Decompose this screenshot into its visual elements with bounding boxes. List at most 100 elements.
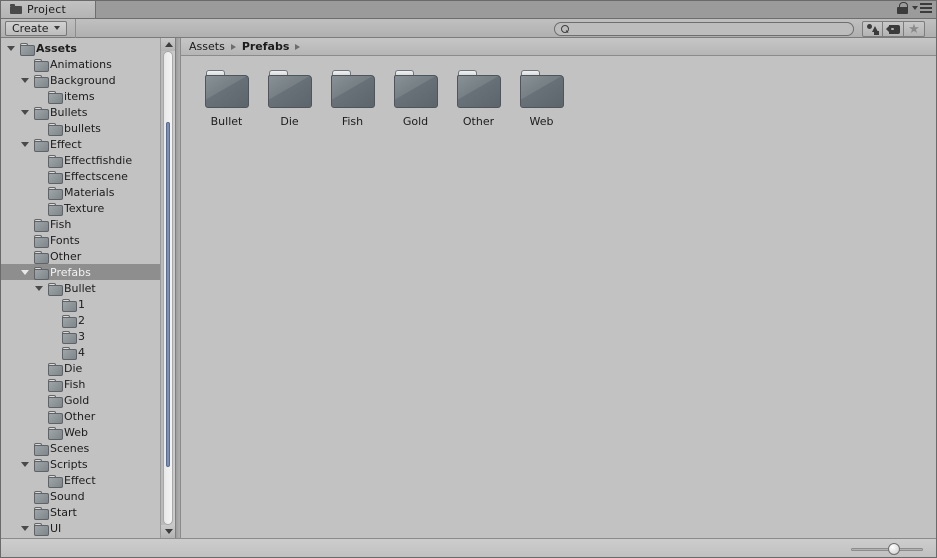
tree-item-label: Assets <box>36 41 77 55</box>
shapes-filter-icon <box>866 23 879 35</box>
label-filter-button[interactable] <box>883 21 904 37</box>
breadcrumb: Assets Prefabs <box>181 38 937 56</box>
scroll-up-arrow-icon[interactable] <box>161 38 175 51</box>
tree-item-2[interactable]: 2 <box>0 312 175 328</box>
folder-icon <box>34 522 49 536</box>
twisty-open-icon[interactable] <box>20 267 31 278</box>
hamburger-menu-icon[interactable] <box>912 2 932 13</box>
tree-item-label: Start <box>50 505 77 519</box>
tree-item-label: Web <box>64 425 88 439</box>
tree-item-4[interactable]: 4 <box>0 344 175 360</box>
breadcrumb-item-prefabs[interactable]: Prefabs <box>242 40 290 53</box>
tree-item-bullets[interactable]: bullets <box>0 120 175 136</box>
twisty-open-icon[interactable] <box>20 107 31 118</box>
folder-icon <box>330 70 375 108</box>
twisty-open-icon[interactable] <box>34 283 45 294</box>
tree-item-ui[interactable]: UI <box>0 520 175 536</box>
folder-icon <box>34 266 49 280</box>
tree-item-sound[interactable]: Sound <box>0 488 175 504</box>
asset-item-bullet[interactable]: Bullet <box>195 70 258 128</box>
tree-item-scenes[interactable]: Scenes <box>0 440 175 456</box>
tree-item-label: Materials <box>64 185 115 199</box>
twisty-open-icon[interactable] <box>20 459 31 470</box>
asset-item-label: Web <box>529 115 554 128</box>
asset-item-web[interactable]: Web <box>510 70 573 128</box>
tree-item-bullets[interactable]: Bullets <box>0 104 175 120</box>
breadcrumb-item-assets[interactable]: Assets <box>189 40 225 53</box>
tree-item-scripts[interactable]: Scripts <box>0 456 175 472</box>
tree-item-fonts[interactable]: Fonts <box>0 232 175 248</box>
asset-item-other[interactable]: Other <box>447 70 510 128</box>
tree-item-label: 4 <box>78 345 85 359</box>
tree-item-1[interactable]: 1 <box>0 296 175 312</box>
asset-item-die[interactable]: Die <box>258 70 321 128</box>
tree-item-gold[interactable]: Gold <box>0 392 175 408</box>
folder-icon <box>48 170 63 184</box>
tree-item-background[interactable]: Background <box>0 72 175 88</box>
tree-item-animations[interactable]: Animations <box>0 56 175 72</box>
folder-icon <box>34 442 49 456</box>
tree-item-other[interactable]: Other <box>0 248 175 264</box>
scrollbar-thumb[interactable] <box>166 122 170 467</box>
folder-icon <box>34 218 49 232</box>
folder-icon <box>20 42 35 56</box>
type-filter-button[interactable] <box>862 21 883 37</box>
icon-size-slider-track[interactable] <box>851 547 923 551</box>
twisty-open-icon[interactable] <box>20 75 31 86</box>
folder-icon <box>62 330 77 344</box>
tree-item-assets[interactable]: Assets <box>0 40 175 56</box>
tab-project[interactable]: Project <box>0 0 96 18</box>
favorites-filter-button[interactable]: ★ <box>904 21 925 37</box>
folder-icon <box>62 314 77 328</box>
tree-item-die[interactable]: Die <box>0 360 175 376</box>
asset-item-fish[interactable]: Fish <box>321 70 384 128</box>
tree-item-3[interactable]: 3 <box>0 328 175 344</box>
tree-item-effect[interactable]: Effect <box>0 472 175 488</box>
scroll-down-arrow-icon[interactable] <box>161 525 175 538</box>
tree-item-texture[interactable]: Texture <box>0 200 175 216</box>
tree-item-materials[interactable]: Materials <box>0 184 175 200</box>
folder-icon <box>48 426 63 440</box>
tree-item-fish[interactable]: Fish <box>0 376 175 392</box>
scrollbar-track[interactable] <box>163 51 173 525</box>
icon-size-slider[interactable] <box>851 542 923 556</box>
tree-item-label: Fish <box>64 377 86 391</box>
breadcrumb-separator-icon <box>295 43 301 50</box>
twisty-open-icon[interactable] <box>20 139 31 150</box>
twisty-open-icon[interactable] <box>20 523 31 534</box>
tree-item-bullet[interactable]: Bullet <box>0 280 175 296</box>
tree-item-fish[interactable]: Fish <box>0 216 175 232</box>
lock-icon[interactable] <box>897 1 908 14</box>
window-tab-bar-controls <box>897 0 937 18</box>
tree-item-effect[interactable]: Effect <box>0 136 175 152</box>
tree-item-label: 3 <box>78 329 85 343</box>
twisty-open-icon[interactable] <box>6 43 17 54</box>
folder-icon <box>34 506 49 520</box>
folder-icon <box>62 298 77 312</box>
search-input[interactable] <box>573 23 847 35</box>
tree-item-prefabs[interactable]: Prefabs <box>0 264 175 280</box>
create-button[interactable]: Create <box>5 20 67 36</box>
tab-project-label: Project <box>27 2 67 16</box>
asset-item-gold[interactable]: Gold <box>384 70 447 128</box>
search-filter-buttons: ★ <box>862 21 925 37</box>
icon-size-slider-handle[interactable] <box>888 542 901 555</box>
search-field[interactable] <box>554 22 854 36</box>
tree-item-label: Bullet <box>64 281 96 295</box>
tree-item-effectscene[interactable]: Effectscene <box>0 168 175 184</box>
tree-item-items[interactable]: items <box>0 88 175 104</box>
tree-item-web[interactable]: Web <box>0 424 175 440</box>
tree-item-other[interactable]: Other <box>0 408 175 424</box>
tree-item-start[interactable]: Start <box>0 504 175 520</box>
folder-icon <box>34 458 49 472</box>
tree-vertical-scrollbar[interactable] <box>160 38 175 538</box>
folder-icon <box>48 362 63 376</box>
tree-item-effectfishdie[interactable]: Effectfishdie <box>0 152 175 168</box>
